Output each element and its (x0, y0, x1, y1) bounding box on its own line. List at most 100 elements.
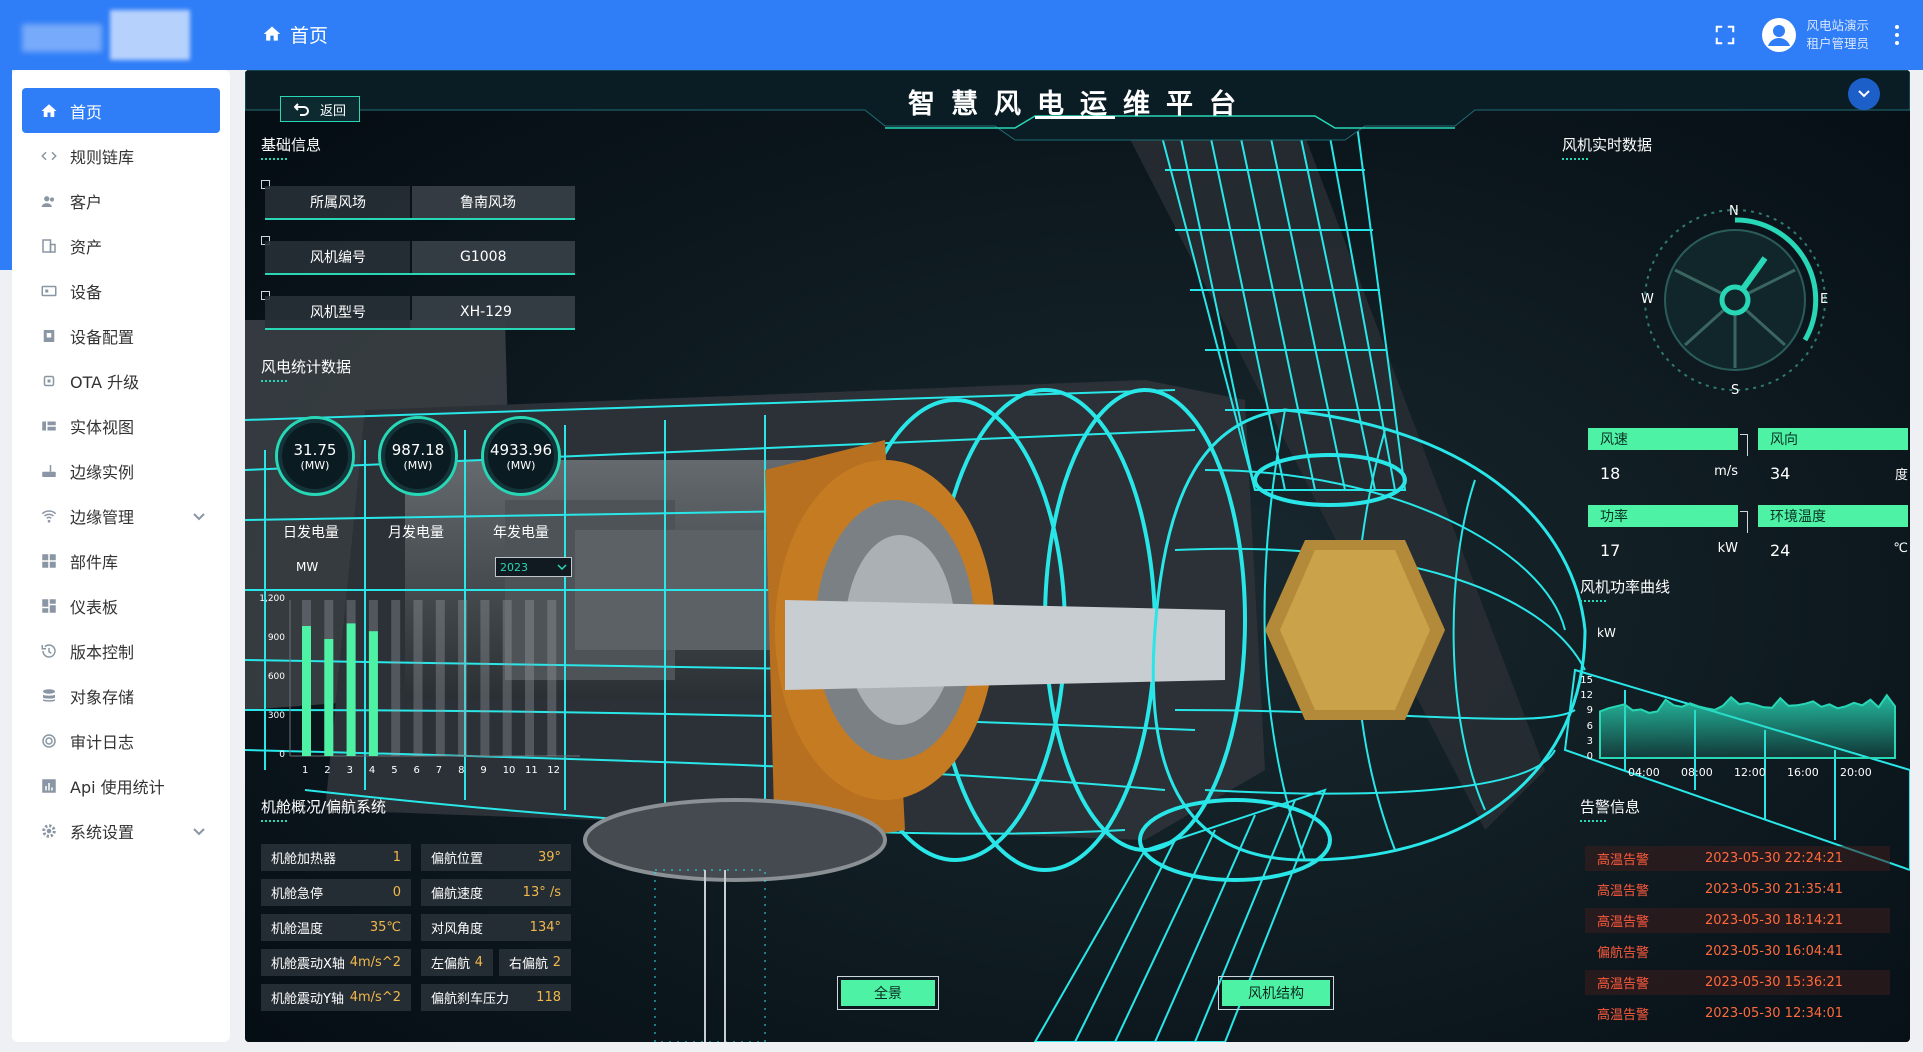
sidebar-item-4[interactable]: 设备 (22, 268, 220, 313)
yaw-row: 对风角度 134° (421, 914, 571, 941)
nacelle-row: 机舱震动X轴 4m/s^2 (261, 949, 411, 976)
sidebar-item-11[interactable]: 仪表板 (22, 583, 220, 628)
sidebar-item-label: 规则链库 (70, 147, 135, 167)
user-info[interactable]: 风电站演示 租户管理员 (1806, 17, 1869, 53)
card-value: 34 (1770, 464, 1791, 483)
storage-icon (43, 688, 55, 702)
nacelle-value: 0 (392, 885, 401, 900)
alarm-row[interactable]: 高温告警 2023-05-30 12:34:01 (1585, 1001, 1890, 1026)
nacelle-row: 机舱加热器 1 (261, 844, 411, 871)
alarm-time: 2023-05-30 22:24:21 (1705, 851, 1844, 866)
alarm-row[interactable]: 高温告警 2023-05-30 22:24:21 (1585, 846, 1890, 871)
sidebar-item-label: 实体视图 (70, 417, 135, 437)
chevron-down-icon[interactable] (192, 824, 206, 838)
sidebar-item-1[interactable]: 规则链库 (22, 133, 220, 178)
sidebar-item-label: 首页 (70, 102, 103, 122)
dashboard-title: 智慧风电运维平台 (908, 89, 1252, 120)
sidebar-item-12[interactable]: 版本控制 (22, 628, 220, 673)
sidebar-item-3[interactable]: 资产 (22, 223, 220, 268)
nacelle-value: 1 (392, 850, 401, 865)
sidebar-item-9[interactable]: 边缘管理 (22, 493, 220, 538)
chevron-down-icon[interactable] (192, 509, 206, 523)
sidebar-item-label: 边缘实例 (70, 462, 135, 482)
realtime-title: 风机实时数据 (1562, 136, 1653, 160)
nacelle-title: 机舱概况/偏航系统 (261, 798, 387, 822)
sidebar-item-label: 边缘管理 (70, 507, 135, 527)
yaw-value: 118 (536, 990, 561, 1005)
sidebar-item-label: 仪表板 (70, 597, 119, 617)
sidebar-item-10[interactable]: 部件库 (22, 538, 220, 583)
sidebar-item-label: 客户 (70, 192, 103, 212)
gauge-value: 987.18 (391, 440, 445, 459)
yaw-value: 4 (474, 955, 483, 970)
bar-track (458, 600, 468, 756)
alarm-type: 高温告警 (1597, 977, 1650, 992)
bar[interactable] (346, 623, 356, 756)
bar-y-tick: 1,200 (259, 594, 285, 604)
device-icon (41, 285, 57, 296)
bar[interactable] (324, 639, 334, 756)
back-button[interactable]: 返回 (280, 96, 360, 122)
sidebar-item-15[interactable]: Api 使用统计 (22, 763, 220, 808)
sidebar-item-8[interactable]: 边缘实例 (22, 448, 220, 493)
yaw-value: 13° /s (522, 885, 561, 900)
home-icon (263, 26, 281, 41)
alarm-type: 高温告警 (1597, 915, 1650, 930)
gauge-yearly: 4933.96 (MW) (481, 416, 561, 496)
undo-icon (293, 103, 309, 116)
more-vert-icon[interactable] (1889, 22, 1905, 48)
sidebar-item-16[interactable]: 系统设置 (22, 808, 220, 853)
yaw-row: 偏航刹车压力 118 (421, 984, 571, 1011)
card-value: 17 (1600, 541, 1621, 560)
year-select[interactable]: 2023 (495, 557, 572, 577)
gauge-daily: 31.75 (MW) (275, 416, 355, 496)
back-label: 返回 (319, 103, 346, 119)
card-value: 24 (1770, 541, 1791, 560)
bar[interactable] (368, 631, 378, 756)
sidebar-item-label: 审计日志 (70, 732, 135, 752)
bar-y-tick: 600 (267, 672, 285, 682)
bar-x-tick: 12 (547, 765, 561, 776)
bar[interactable] (302, 626, 311, 756)
breadcrumb[interactable]: 首页 (262, 18, 328, 50)
sidebar-item-13[interactable]: 对象存储 (22, 673, 220, 718)
collapse-button[interactable] (1848, 78, 1880, 110)
gauge-label-yearly[interactable]: 年发电量 (493, 522, 549, 542)
sidebar-item-2[interactable]: 客户 (22, 178, 220, 223)
year-select-value: 2023 (500, 560, 528, 574)
sidebar-item-6[interactable]: OTA 升级 (22, 358, 220, 403)
sidebar-item-label: 对象存储 (70, 687, 135, 707)
sidebar-item-label: 系统设置 (70, 822, 135, 842)
structure-button[interactable]: 风机结构 (1218, 976, 1334, 1010)
alarm-row[interactable]: 高温告警 2023-05-30 15:36:21 (1585, 970, 1890, 995)
bar-x-tick: 8 (458, 765, 465, 776)
alarm-row[interactable]: 高温告警 2023-05-30 18:14:21 (1585, 908, 1890, 933)
sidebar-item-0[interactable]: 首页 (22, 88, 220, 133)
panorama-button[interactable]: 全景 (837, 976, 939, 1010)
gauge-label-daily[interactable]: 日发电量 (283, 522, 339, 542)
nacelle-row: 机舱震动Y轴 4m/s^2 (261, 984, 411, 1011)
dashboard-icon (42, 598, 56, 613)
bar-x-tick: 10 (502, 765, 516, 776)
gauge-label-monthly[interactable]: 月发电量 (388, 522, 444, 542)
alarm-row[interactable]: 高温告警 2023-05-30 21:35:41 (1585, 877, 1890, 902)
alarm-row[interactable]: 偏航告警 2023-05-30 16:04:41 (1585, 939, 1890, 964)
sidebar-item-label: 版本控制 (70, 642, 135, 662)
area-y-tick: 9 (1586, 705, 1593, 717)
nacelle-row: 机舱温度 35℃ (261, 914, 411, 941)
sidebar-item-5[interactable]: 设备配置 (22, 313, 220, 358)
card-unit: ℃ (1893, 541, 1908, 556)
area-x-tick: 08:00 (1681, 766, 1713, 779)
avatar[interactable] (1762, 18, 1797, 52)
info-value: XH-129 (412, 296, 575, 328)
fullscreen-icon[interactable] (1714, 24, 1736, 46)
sidebar-item-14[interactable]: 审计日志 (22, 718, 220, 763)
compass-w: W (1641, 292, 1654, 307)
info-value: 鲁南风场 (412, 186, 575, 218)
card-label: 功率 (1588, 505, 1738, 527)
alarm-type: 高温告警 (1597, 884, 1650, 899)
card-power: 功率 17 kW (1588, 505, 1748, 560)
sidebar-item-7[interactable]: 实体视图 (22, 403, 220, 448)
bar-track (413, 600, 423, 756)
nacelle-key: 机舱震动Y轴 (271, 992, 344, 1007)
